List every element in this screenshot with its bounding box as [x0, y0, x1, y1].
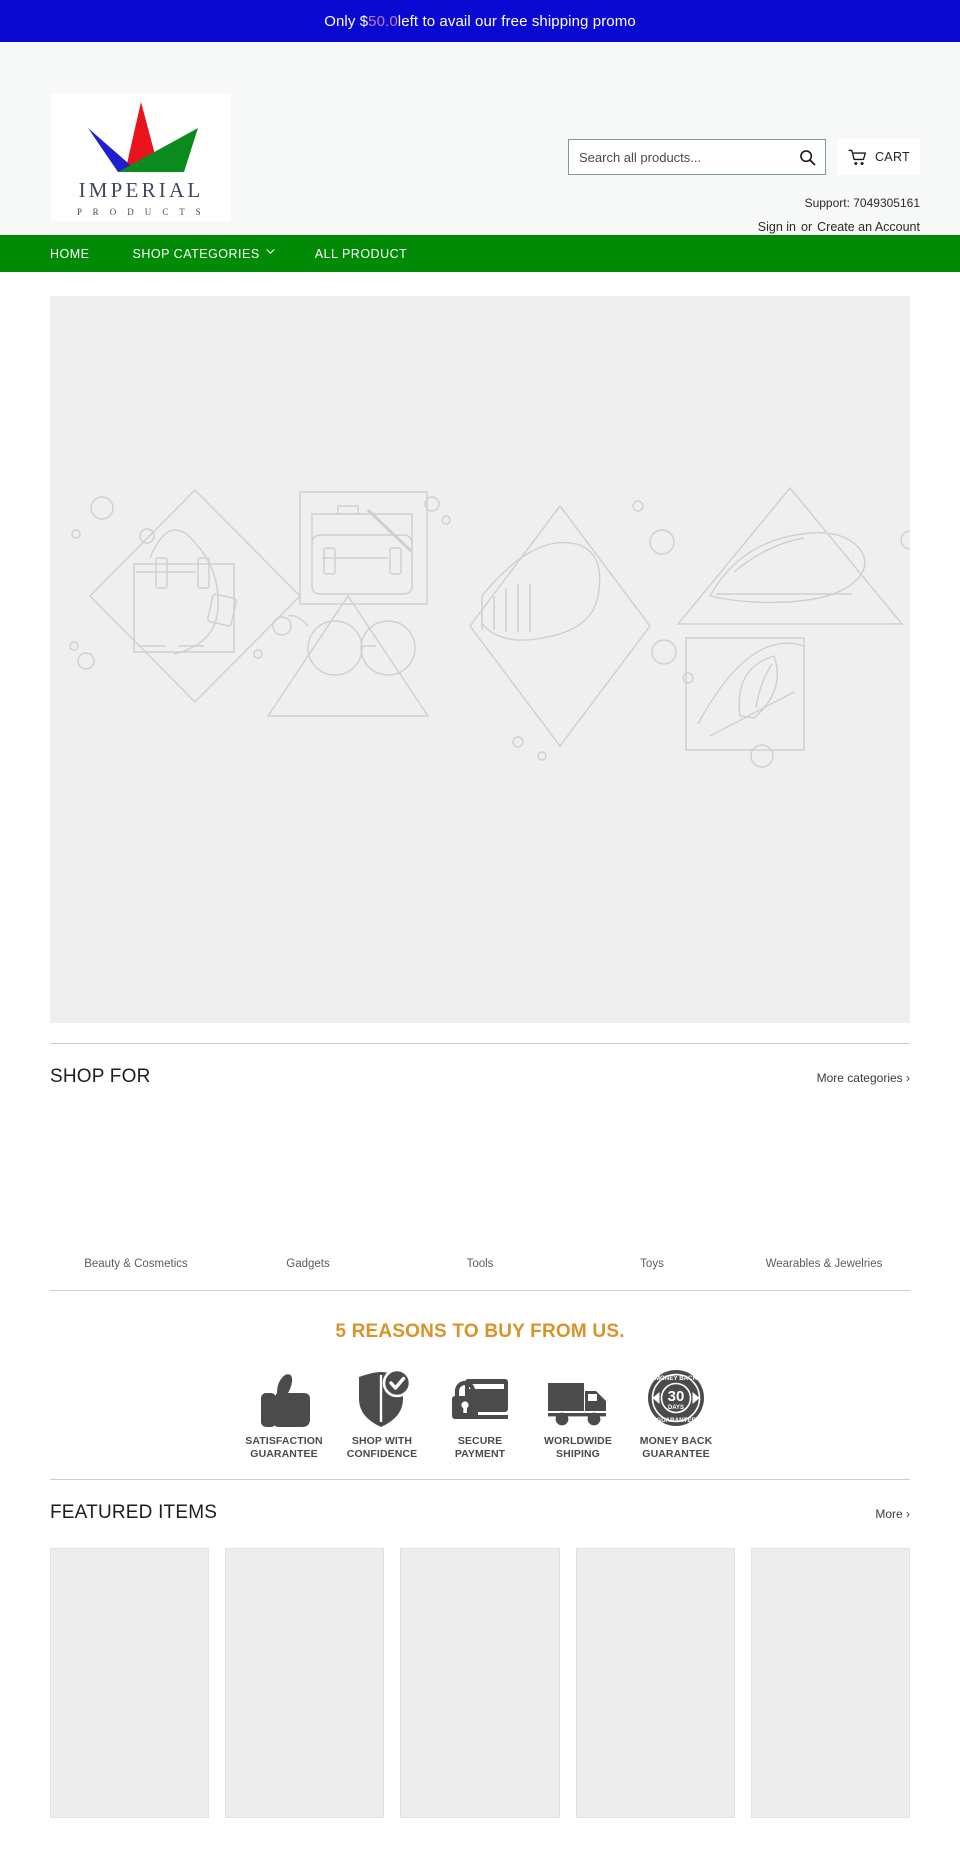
search-box[interactable] — [568, 139, 826, 175]
category-thumbnail — [776, 1152, 872, 1248]
hero-banner[interactable] — [50, 296, 910, 1023]
category-label: Tools — [466, 1258, 494, 1270]
promo-text-prefix: Only $ — [324, 12, 369, 30]
site-header: IMPERIAL P R O D U C T S CA — [0, 42, 960, 235]
reason-label-line2: GUARANTEE — [250, 1448, 318, 1461]
category-label: Toys — [640, 1258, 664, 1270]
featured-header: FEATURED ITEMS More › — [50, 1480, 910, 1524]
category-thumbnail — [88, 1152, 184, 1248]
reason-label: SECURE PAYMENT — [455, 1435, 505, 1461]
category-thumbnail — [604, 1152, 700, 1248]
nav-item-all-product[interactable]: ALL PRODUCT — [315, 247, 427, 261]
featured-title: FEATURED ITEMS — [50, 1502, 218, 1524]
reason-satisfaction-guarantee: SATISFACTION GUARANTEE — [241, 1365, 327, 1461]
category-list: Beauty & Cosmetics Gadgets Tools Toys We… — [50, 1130, 910, 1270]
category-item-toys[interactable]: Toys — [566, 1152, 738, 1270]
search-and-cart-row: CART — [500, 139, 920, 175]
reasons-list: SATISFACTION GUARANTEE SHOP WITH CONFIDE… — [50, 1365, 910, 1461]
product-card[interactable] — [750, 1548, 911, 1819]
nav-item-shop-categories-label: SHOP CATEGORIES — [132, 246, 260, 261]
category-label: Beauty & Cosmetics — [84, 1258, 188, 1270]
reason-worldwide-shipping: WORLDWIDE SHIPING — [535, 1365, 621, 1461]
featured-products-grid — [50, 1548, 911, 1819]
account-separator: or — [801, 220, 813, 234]
reasons-title: 5 REASONS TO BUY FROM US. — [335, 1321, 625, 1342]
reason-label: SHOP WITH CONFIDENCE — [347, 1435, 417, 1461]
imperial-crown-logo-icon — [88, 102, 198, 172]
promo-text-suffix: left to avail our free shipping promo — [397, 12, 636, 30]
shopping-cart-icon — [848, 149, 866, 165]
category-item-beauty-cosmetics[interactable]: Beauty & Cosmetics — [50, 1152, 222, 1270]
reason-secure-payment: SECURE PAYMENT — [437, 1365, 523, 1461]
svg-text:30: 30 — [668, 1388, 685, 1405]
reason-icon-wrap: 30 DAYS MONEY BACK GUARANTEE — [647, 1365, 705, 1427]
reason-icon-wrap — [451, 1365, 509, 1427]
reason-label-line2: CONFIDENCE — [346, 1448, 418, 1461]
reason-icon-wrap — [353, 1365, 411, 1427]
lock-credit-card-icon — [452, 1379, 508, 1419]
reason-icon-wrap — [547, 1365, 609, 1427]
delivery-truck-icon — [548, 1383, 606, 1426]
cart-button-label: CART — [874, 150, 910, 164]
shop-for-header: SHOP FOR More categories › — [50, 1044, 910, 1088]
category-item-wearables-jewelries[interactable]: Wearables & Jewelries — [738, 1152, 910, 1270]
reason-label-line1: SHOP WITH — [351, 1435, 413, 1447]
free-shipping-promo-banner: Only $50.0 left to avail our free shippi… — [0, 0, 960, 42]
thumbs-up-icon — [261, 1374, 310, 1427]
reason-label-line1: SATISFACTION — [245, 1435, 323, 1447]
promo-amount: 50.0 — [368, 12, 398, 30]
featured-more-link[interactable]: More › — [875, 1507, 910, 1521]
cart-button[interactable]: CART — [838, 139, 920, 175]
svg-text:DAYS: DAYS — [668, 1405, 684, 1411]
category-thumbnail — [260, 1152, 356, 1248]
category-label: Wearables & Jewelries — [765, 1258, 883, 1270]
sign-in-link[interactable]: Sign in — [758, 220, 796, 234]
logo-subtext: P R O D U C T S — [76, 207, 206, 217]
account-links: Sign in or Create an Account — [500, 220, 920, 234]
shop-for-title: SHOP FOR — [50, 1066, 151, 1087]
chevron-down-icon — [266, 249, 275, 254]
create-account-link[interactable]: Create an Account — [817, 220, 920, 234]
reason-label: MONEY BACK GUARANTEE — [640, 1435, 713, 1461]
product-card[interactable] — [575, 1548, 735, 1819]
reason-icon-wrap — [257, 1365, 311, 1427]
more-categories-link[interactable]: More categories › — [817, 1071, 910, 1085]
reason-label-line2: SHIPING — [556, 1448, 600, 1461]
page-content: SHOP FOR More categories › Beauty & Cosm… — [0, 296, 960, 1819]
nav-item-all-product-label: ALL PRODUCT — [314, 246, 408, 261]
product-card[interactable] — [400, 1548, 560, 1819]
svg-text:MONEY BACK: MONEY BACK — [655, 1375, 698, 1382]
main-navigation: HOME SHOP CATEGORIES ALL PRODUCT — [0, 235, 960, 272]
reason-label-line2: GUARANTEE — [642, 1448, 710, 1461]
reason-label-line1: SECURE — [457, 1435, 503, 1447]
reason-label-line1: MONEY BACK — [639, 1435, 713, 1447]
nav-item-home[interactable]: HOME — [50, 247, 109, 261]
header-utility-area: CART Support: 7049305161 Sign in or Create… — [500, 139, 920, 234]
category-item-tools[interactable]: Tools — [394, 1152, 566, 1270]
support-phone-text: Support: 7049305161 — [804, 196, 920, 210]
reason-label: SATISFACTION GUARANTEE — [245, 1435, 322, 1461]
shield-check-icon — [359, 1369, 411, 1427]
reason-label-line1: WORLDWIDE — [544, 1435, 612, 1447]
product-card[interactable] — [225, 1548, 385, 1819]
category-item-gadgets[interactable]: Gadgets — [222, 1152, 394, 1270]
search-submit-button[interactable] — [793, 140, 821, 174]
money-back-badge-icon: 30 DAYS MONEY BACK GUARANTEE — [648, 1370, 704, 1426]
reason-label-line2: PAYMENT — [454, 1448, 506, 1461]
hero-placeholder-illustration — [69, 486, 910, 768]
site-logo[interactable]: IMPERIAL P R O D U C T S — [51, 94, 231, 221]
product-card[interactable] — [50, 1548, 210, 1819]
reason-money-back-guarantee: 30 DAYS MONEY BACK GUARANTEE MONEY BACK … — [633, 1365, 719, 1461]
reason-label: WORLDWIDE SHIPING — [544, 1435, 612, 1461]
category-label: Gadgets — [286, 1258, 330, 1270]
nav-item-shop-categories[interactable]: SHOP CATEGORIES — [133, 247, 294, 261]
svg-text:GUARANTEE: GUARANTEE — [656, 1417, 695, 1424]
nav-item-home-label: HOME — [50, 246, 90, 261]
reasons-section: 5 REASONS TO BUY FROM US. SATISFACTION G… — [50, 1291, 910, 1461]
search-icon — [799, 149, 815, 165]
logo-wordmark: IMPERIAL — [78, 178, 204, 202]
category-thumbnail — [432, 1152, 528, 1248]
reason-shop-with-confidence: SHOP WITH CONFIDENCE — [339, 1365, 425, 1461]
search-input[interactable] — [569, 140, 825, 174]
